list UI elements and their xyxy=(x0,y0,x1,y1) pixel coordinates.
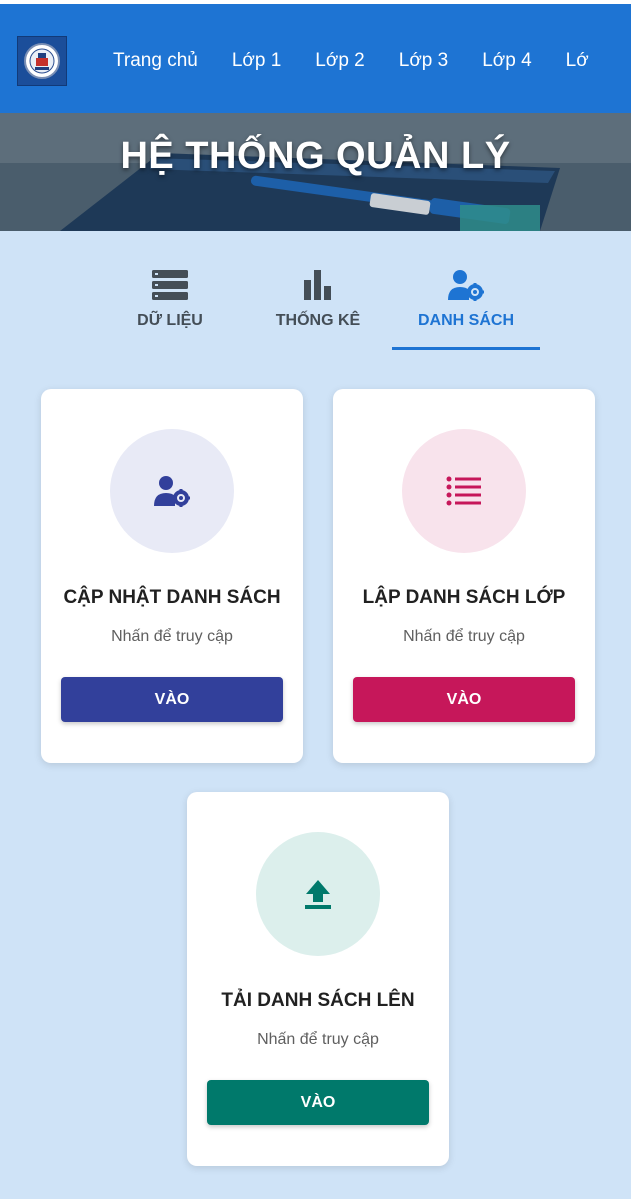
enter-button[interactable]: VÀO xyxy=(61,677,283,722)
nav-item-lop-3[interactable]: Lớp 3 xyxy=(382,44,465,78)
card-subtitle: Nhấn để truy cập xyxy=(403,628,525,645)
user-gear-icon xyxy=(448,270,484,301)
card-icon-circle xyxy=(402,429,526,553)
section-tabs: DỮ LIỆU THỐNG KÊ DANH SÁCH xyxy=(96,262,546,352)
enter-button[interactable]: VÀO xyxy=(207,1080,429,1125)
tab-danh-sach-label: DANH SÁCH xyxy=(418,312,514,329)
list-icon xyxy=(446,476,481,506)
upload-icon xyxy=(305,880,331,909)
page-title: HỆ THỐNG QUẢN LÝ xyxy=(120,135,511,177)
card-icon-circle xyxy=(110,429,234,553)
card-title: CẬP NHẬT DANH SÁCH xyxy=(63,587,281,608)
card-subtitle: Nhấn để truy cập xyxy=(111,628,233,645)
card-title: TẢI DANH SÁCH LÊN xyxy=(221,990,415,1011)
database-icon xyxy=(152,270,188,300)
card-subtitle: Nhấn để truy cập xyxy=(257,1031,379,1048)
nav-item-lop-4[interactable]: Lớp 4 xyxy=(465,44,548,78)
nav-item-home[interactable]: Trang chủ xyxy=(96,44,215,78)
user-gear-icon xyxy=(154,476,190,507)
tab-danh-sach[interactable]: DANH SÁCH xyxy=(392,262,540,350)
tab-du-lieu-label: DỮ LIỆU xyxy=(137,312,203,329)
card-tai-danh-sach-len: TẢI DANH SÁCH LÊN Nhấn để truy cập VÀO xyxy=(187,792,449,1166)
school-logo-icon[interactable] xyxy=(17,36,67,86)
tab-thong-ke[interactable]: THỐNG KÊ xyxy=(244,262,392,350)
card-icon-circle xyxy=(256,832,380,956)
enter-button[interactable]: VÀO xyxy=(353,677,575,722)
hero-banner: HỆ THỐNG QUẢN LÝ xyxy=(0,113,631,231)
main-nav: Trang chủ Lớp 1 Lớp 2 Lớp 3 Lớp 4 Lớ xyxy=(96,44,606,78)
nav-item-lop-1[interactable]: Lớp 1 xyxy=(215,44,298,78)
nav-item-lop-2[interactable]: Lớp 2 xyxy=(298,44,381,78)
nav-item-lop-5[interactable]: Lớ xyxy=(549,44,606,78)
tab-thong-ke-label: THỐNG KÊ xyxy=(275,312,361,329)
bar-chart-icon xyxy=(304,270,331,300)
card-cap-nhat-danh-sach: CẬP NHẬT DANH SÁCH Nhấn để truy cập VÀO xyxy=(41,389,303,763)
tab-du-lieu[interactable]: DỮ LIỆU xyxy=(96,262,244,350)
card-title: LẬP DANH SÁCH LỚP xyxy=(362,587,566,608)
top-navbar: Trang chủ Lớp 1 Lớp 2 Lớp 3 Lớp 4 Lớ xyxy=(0,0,631,113)
card-lap-danh-sach-lop: LẬP DANH SÁCH LỚP Nhấn để truy cập VÀO xyxy=(333,389,595,763)
